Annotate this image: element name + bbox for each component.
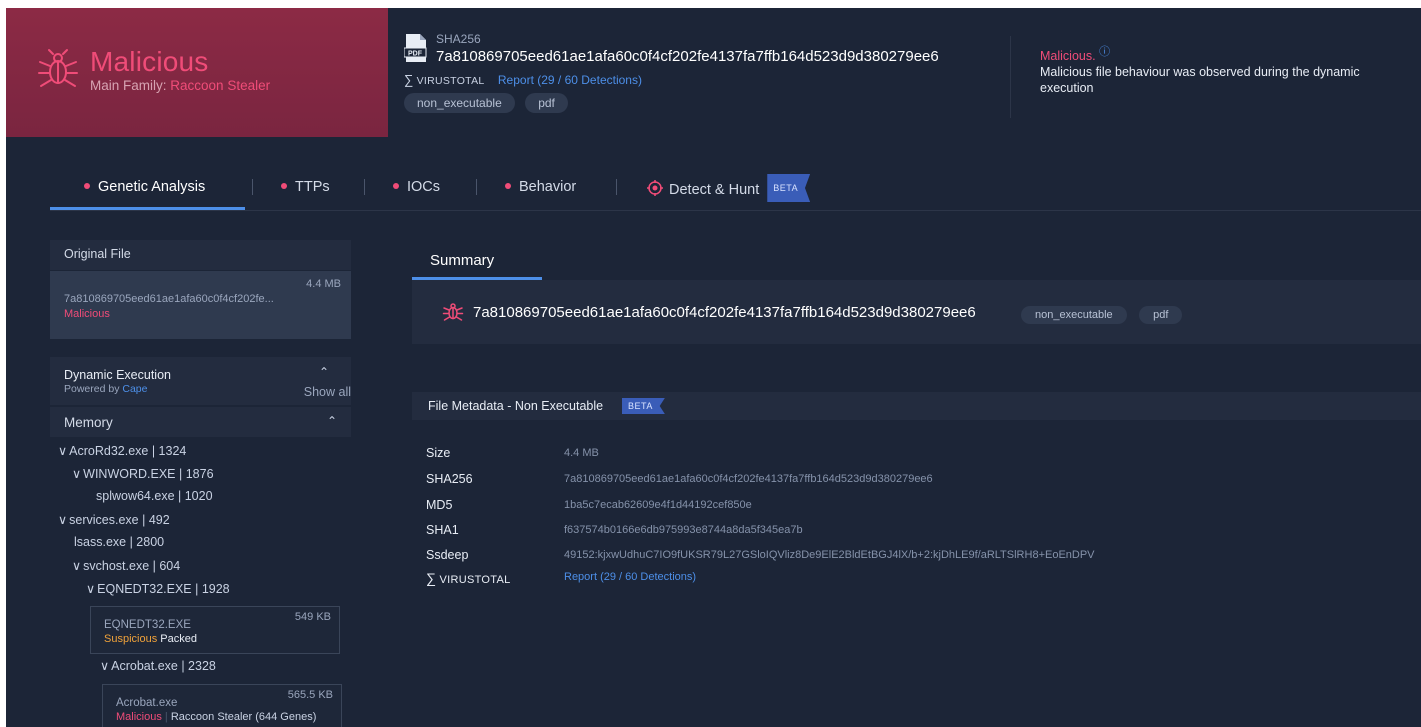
chevron-up-icon[interactable]: ⌃ [327,414,337,428]
sha256-label: SHA256 [436,32,481,46]
virustotal-report-link[interactable]: Report (29 / 60 Detections) [564,571,696,583]
red-dot-icon [281,183,287,190]
summary-tags: non_executable pdf [1021,305,1190,324]
show-all-button[interactable]: Show all [304,385,351,399]
bug-icon [38,49,78,87]
beta-badge: BETA [622,398,665,414]
target-icon [647,180,663,196]
sha256-value[interactable]: 7a810869705eed61ae1afa60c0f4cf202fe4137f… [436,48,939,65]
metadata-value: f637574b0166e6db975993e8744a8da5f345ea7b [564,524,803,536]
main-family: Main Family: Raccoon Stealer [90,78,270,93]
tab-summary[interactable]: Summary [412,244,542,280]
tag-pdf[interactable]: pdf [1139,306,1183,324]
metadata-value: 4.4 MB [564,447,599,459]
svg-text:PDF: PDF [408,51,423,58]
header-divider [1010,36,1011,118]
tab-ttps[interactable]: TTPs [281,176,330,210]
memory-header[interactable]: Memory ⌃ [50,407,351,437]
file-metadata-title: File Metadata - Non Executable [428,399,604,413]
chevron-down-icon[interactable]: ∨ [100,658,109,673]
original-file-header: Original File [50,240,351,270]
metadata-value: 1ba5c7ecab62609e4f1d44192cef850e [564,499,752,511]
metadata-value: 49152:kjxwUdhuC7IO9fUKSR79L27GSloIQVliz8… [564,549,1095,561]
powered-by: Powered by Cape [64,383,148,395]
verdict-note: Malicious. ⓘ Malicious file behaviour wa… [1040,44,1400,96]
process-tree-item[interactable]: ∨ WINWORD.EXE | 1876 [72,466,214,481]
tab-separator [364,179,365,195]
active-tab-indicator [50,207,245,210]
process-card-verdict: Malicious | Raccoon Stealer (644 Genes) [116,711,317,723]
process-tree-item[interactable]: ∨ EQNEDT32.EXE | 1928 [86,581,230,596]
file-metadata-header: File Metadata - Non Executable BETA [412,392,1421,420]
main-family-value[interactable]: Raccoon Stealer [170,78,270,93]
metadata-key: SHA256 [426,472,473,486]
metadata-key: SHA1 [426,523,459,537]
virustotal-row: ∑ VIRUSTOTAL Report (29 / 60 Detections) [404,72,642,87]
beta-badge: BETA [767,174,811,202]
dynamic-execution-title: Dynamic Execution [64,368,171,382]
bug-icon [442,303,464,321]
metadata-key: Size [426,446,451,460]
metadata-key: MD5 [426,498,453,512]
tag-non-executable[interactable]: non_executable [1021,306,1127,324]
process-card[interactable]: EQNEDT32.EXE 549 KB Suspicious Packed [90,606,340,654]
chevron-down-icon[interactable]: ∨ [72,558,81,573]
process-tree-item[interactable]: ∨ services.exe | 492 [58,512,170,527]
chevron-down-icon[interactable]: ∨ [72,466,81,481]
process-tree-item[interactable]: ∨ AcroRd32.exe | 1324 [58,443,186,458]
red-dot-icon [393,183,399,190]
verdict-title: Malicious [90,46,209,77]
process-card[interactable]: Acrobat.exe 565.5 KB Malicious | Raccoon… [102,684,342,727]
tab-detect-hunt[interactable]: Detect & Hunt BETA [647,174,811,210]
file-tags: non_executable pdf [404,93,574,113]
verdict-note-description: Malicious file behaviour was observed du… [1040,65,1360,96]
process-card-size: 565.5 KB [287,689,333,701]
tab-separator [616,179,617,195]
summary-hash[interactable]: 7a810869705eed61ae1afa60c0f4cf202fe4137f… [473,304,976,321]
memory-title: Memory [64,415,113,430]
tab-separator [252,179,253,195]
process-card-size: 549 KB [294,611,331,623]
original-file-verdict: Malicious [64,308,110,320]
red-dot-icon [505,183,511,190]
tab-genetic-analysis[interactable]: Genetic Analysis [84,176,205,210]
process-tree-item[interactable]: ∨ svchost.exe | 604 [72,558,180,573]
process-card-name: EQNEDT32.EXE [104,619,191,631]
verdict-banner: Malicious Main Family: Raccoon Stealer [6,8,388,137]
original-file-size: 4.4 MB [306,278,341,290]
dynamic-execution-header[interactable]: Dynamic Execution Powered by Cape ⌃ Show… [50,357,351,405]
chevron-down-icon[interactable]: ∨ [58,512,67,527]
original-file-card[interactable]: 4.4 MB 7a810869705eed61ae1afa60c0f4cf202… [50,271,351,339]
chevron-down-icon[interactable]: ∨ [86,581,95,596]
sigma-icon: ∑ [426,570,436,586]
process-card-name: Acrobat.exe [116,697,178,709]
metadata-key: Ssdeep [426,548,469,562]
process-tree-item[interactable]: ∨ Acrobat.exe | 2328 [100,658,216,673]
main-family-label: Main Family: [90,78,167,93]
tab-behavior[interactable]: Behavior [505,176,576,210]
sigma-icon: ∑ [404,72,414,87]
process-tree-item[interactable]: splwow64.exe | 1020 [96,489,213,503]
pdf-file-icon: PDF [404,34,427,62]
red-dot-icon [84,183,90,190]
analysis-tabs: Genetic Analysis TTPs IOCs Behavior Dete… [50,174,1421,211]
tab-iocs[interactable]: IOCs [393,176,440,210]
metadata-value: 7a810869705eed61ae1afa60c0f4cf202fe4137f… [564,473,933,485]
process-card-verdict: Suspicious Packed [104,633,197,645]
process-tree-item[interactable]: lsass.exe | 2800 [74,535,164,549]
virustotal-label: ∑ VIRUSTOTAL [426,570,511,586]
summary-bar: 7a810869705eed61ae1afa60c0f4cf202fe4137f… [412,280,1421,344]
info-icon[interactable]: ⓘ [1099,46,1110,58]
original-file-hash: 7a810869705eed61ae1afa60c0f4cf202fe... [64,293,274,305]
virustotal-logo: ∑ VIRUSTOTAL [404,72,485,87]
tab-separator [476,179,477,195]
chevron-down-icon[interactable]: ∨ [58,443,67,458]
cape-link[interactable]: Cape [122,383,147,395]
app-window: Malicious Main Family: Raccoon Stealer P… [6,8,1421,727]
verdict-note-status: Malicious. [1040,49,1096,64]
tag-non-executable[interactable]: non_executable [404,93,515,113]
chevron-up-icon[interactable]: ⌃ [319,365,329,379]
tag-pdf[interactable]: pdf [525,93,568,113]
virustotal-report-link[interactable]: Report (29 / 60 Detections) [498,73,642,87]
